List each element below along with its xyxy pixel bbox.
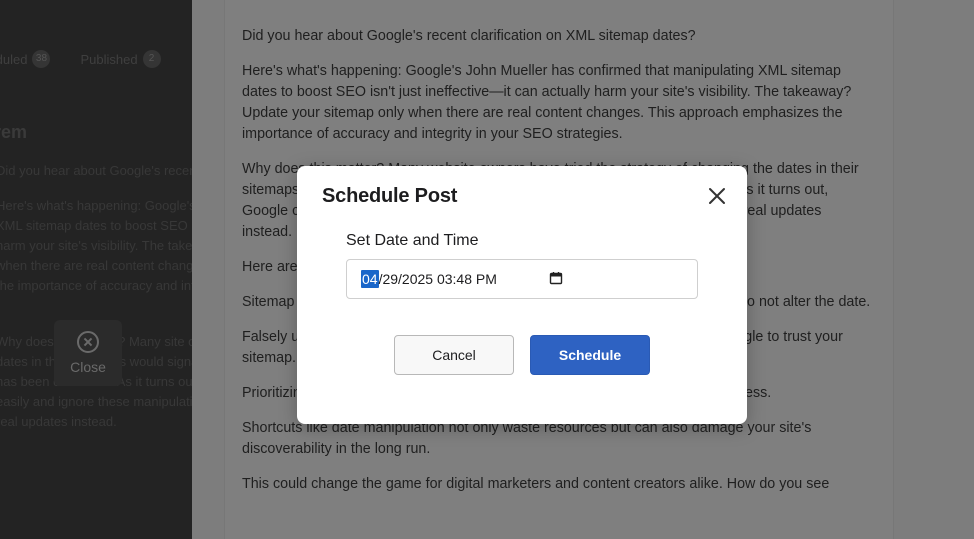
preview-line: real updates instead. bbox=[0, 414, 117, 429]
preview-line: the importance of accuracy and integrity bbox=[0, 278, 192, 293]
date-time-rest[interactable]: /29/2025 03:48 PM bbox=[379, 271, 497, 287]
close-circle-icon bbox=[77, 331, 99, 353]
close-label: Close bbox=[70, 359, 106, 375]
calendar-icon[interactable] bbox=[549, 271, 563, 285]
post-author: Prem bbox=[0, 122, 28, 142]
cancel-button[interactable]: Cancel bbox=[394, 335, 514, 375]
preview-line: Here's what's happening: Google's John M… bbox=[0, 198, 192, 213]
status-tabs: Scheduled 38 Published 2 bbox=[0, 50, 161, 68]
date-time-label: Set Date and Time bbox=[346, 232, 479, 249]
dialog-title: Schedule Post bbox=[322, 185, 458, 207]
preview-line: XML sitemap dates to boost SEO bbox=[0, 218, 188, 233]
preview-line: harm your site's visibility. The takeawa… bbox=[0, 238, 192, 253]
count-badge: 2 bbox=[142, 50, 161, 68]
article-paragraph: Shortcuts like date manipulation not onl… bbox=[242, 420, 812, 457]
article-paragraph: Did you hear about Google's recent clari… bbox=[242, 28, 696, 44]
preview-line: Did you hear about Google's recent clari… bbox=[0, 163, 192, 178]
article-paragraph: This could change the game for digital m… bbox=[242, 476, 830, 492]
count-badge: 38 bbox=[32, 50, 51, 68]
close-preview-button[interactable]: Close bbox=[54, 320, 122, 386]
preview-line: easily and ignore these manipulations, bbox=[0, 394, 192, 409]
tab-label: Published bbox=[80, 51, 138, 67]
tab-label: Scheduled bbox=[0, 51, 28, 67]
article-paragraph: Here's what's happening: Google's John M… bbox=[242, 63, 852, 142]
tab-published[interactable]: Published 2 bbox=[80, 50, 161, 68]
date-time-input[interactable]: 04 /29/2025 03:48 PM bbox=[346, 259, 698, 299]
month-segment[interactable]: 04 bbox=[361, 270, 379, 288]
tab-scheduled[interactable]: Scheduled 38 bbox=[0, 50, 51, 68]
schedule-post-dialog: Schedule Post Set Date and Time 04 /29/2… bbox=[297, 166, 747, 424]
post-list-pane: Scheduled 38 Published 2 Prem Did you he… bbox=[0, 0, 192, 539]
close-icon[interactable] bbox=[706, 185, 728, 207]
schedule-button[interactable]: Schedule bbox=[530, 335, 650, 375]
preview-line: when there are real content changes. bbox=[0, 258, 192, 273]
